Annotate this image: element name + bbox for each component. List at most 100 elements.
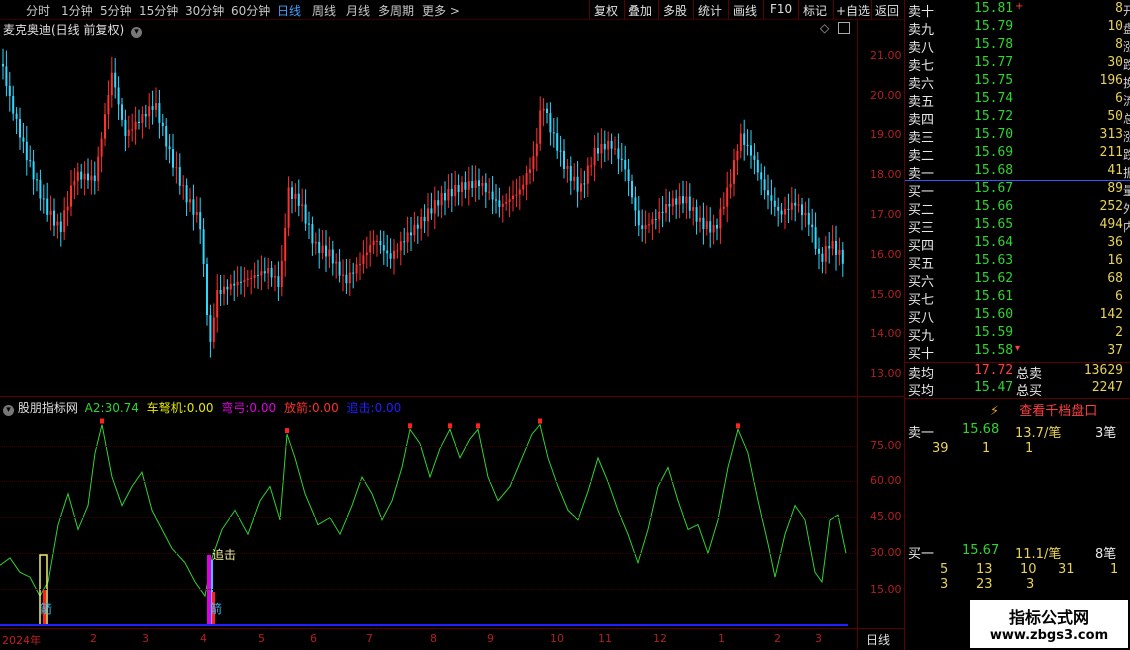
candle-body xyxy=(158,103,161,123)
candle-body xyxy=(610,140,613,149)
queue-item: 1 xyxy=(1110,562,1119,577)
queue-count: 8笔 xyxy=(1095,547,1117,562)
y-tick: 17.00 xyxy=(870,208,902,221)
candle-body xyxy=(515,194,518,196)
bid-row[interactable]: 买八 15.60 142 xyxy=(907,307,1127,326)
candle-body xyxy=(532,156,535,170)
bid-row[interactable]: 买二 15.66 252 xyxy=(907,199,1127,218)
ask-row[interactable]: 卖一 15.68 41 xyxy=(907,163,1127,182)
ask-row[interactable]: 卖四 15.72 50 xyxy=(907,109,1127,128)
candle-body xyxy=(668,203,671,207)
candle-body xyxy=(726,187,729,207)
candle-body xyxy=(304,204,307,224)
ask-row[interactable]: 卖十 15.81 +8 xyxy=(907,1,1127,20)
candle-body xyxy=(637,210,640,226)
ind-y-tick: 75.00 xyxy=(870,439,902,452)
ask-row[interactable]: 卖九 15.79 10 xyxy=(907,19,1127,38)
level-volume: 8 xyxy=(1115,1,1123,16)
candle-body xyxy=(267,267,270,274)
level-label: 卖三 xyxy=(908,131,935,146)
bid-row[interactable]: 买五 15.63 16 xyxy=(907,253,1127,272)
candle-body xyxy=(348,272,351,284)
candle-body xyxy=(175,167,178,169)
ask-row[interactable]: 卖五 15.74 6 xyxy=(907,91,1127,110)
candle-body xyxy=(199,212,202,230)
bid-row[interactable]: 买六 15.62 68 xyxy=(907,271,1127,290)
x-tick: 10 xyxy=(550,632,564,645)
candle-body xyxy=(29,160,32,162)
candle-body xyxy=(641,225,644,229)
candlestick-series xyxy=(2,48,844,358)
arrow-marker: 箭 xyxy=(210,602,223,616)
total-value: 13629 xyxy=(1083,363,1123,378)
candle-body xyxy=(206,264,208,316)
candle-body xyxy=(464,182,467,190)
indicator-legend: ▾ 股朋指标网 A2:30.74 车弩机:0.00 弯弓:0.00 放箭:0.0… xyxy=(3,399,401,416)
axis-divider xyxy=(857,19,858,649)
level-label: 买一 xyxy=(908,185,935,200)
side-char: 涨 xyxy=(1123,40,1130,54)
indicator-chevron-down-icon[interactable]: ▾ xyxy=(3,405,14,416)
candle-body xyxy=(549,113,552,133)
bid-row[interactable]: 买七 15.61 6 xyxy=(907,289,1127,308)
candle-body xyxy=(692,207,695,211)
candle-body xyxy=(46,198,49,215)
candle-body xyxy=(90,175,93,181)
bid-row[interactable]: 买三 15.65 494 xyxy=(907,217,1127,236)
level-label: 买二 xyxy=(908,203,935,218)
ask-row[interactable]: 卖六 15.75 196 xyxy=(907,73,1127,92)
side-char: 开 xyxy=(1123,4,1130,18)
candle-body xyxy=(216,290,219,318)
candle-body xyxy=(189,199,191,203)
level-label: 买八 xyxy=(908,311,935,326)
bid-ask-divider xyxy=(905,180,1130,181)
candle-body xyxy=(376,240,378,242)
candle-body xyxy=(665,203,667,213)
ask-row[interactable]: 卖七 15.77 30 xyxy=(907,55,1127,74)
level-price: 15.60 xyxy=(974,307,1014,322)
candle-body xyxy=(787,208,790,210)
candle-body xyxy=(138,121,140,123)
candle-body xyxy=(474,180,477,188)
level-volume: 494 xyxy=(1099,217,1123,232)
queue-item: 13 xyxy=(976,562,993,577)
x-tick: 8 xyxy=(430,632,437,645)
candle-body xyxy=(658,211,661,220)
queue-buy-header: 买一 15.67 11.1/笔 8笔 xyxy=(908,543,1116,562)
candle-body xyxy=(325,245,327,257)
candle-body xyxy=(828,245,831,249)
bid-row[interactable]: 买一 15.67 89 xyxy=(907,181,1127,200)
level-volume: 8 xyxy=(1115,37,1123,52)
candle-body xyxy=(301,204,304,206)
indicator-name: 股朋指标网 xyxy=(17,401,78,415)
level-volume: 211 xyxy=(1099,145,1123,160)
candle-body xyxy=(522,184,525,190)
candle-body xyxy=(413,224,416,236)
side-char: 盘 xyxy=(1123,22,1130,36)
level-volume: 37 xyxy=(1107,343,1123,358)
candle-body xyxy=(699,217,701,222)
candle-body xyxy=(83,173,86,180)
candle-body xyxy=(780,210,783,215)
y-tick: 16.00 xyxy=(870,248,902,261)
candle-body xyxy=(36,179,38,181)
thousand-level-button[interactable]: ⚡ 查看千档盘口 xyxy=(990,400,1097,419)
bid-row[interactable]: 买九 15.59 2 xyxy=(907,325,1127,344)
x-axis-line xyxy=(0,628,904,629)
bid-row[interactable]: 买十 15.58 ▾ 37 xyxy=(907,343,1127,362)
bid-row[interactable]: 买四 15.64 36 xyxy=(907,235,1127,254)
ask-row[interactable]: 卖二 15.69 211 xyxy=(907,145,1127,164)
candle-body xyxy=(539,110,542,144)
candle-body xyxy=(219,290,222,294)
candle-body xyxy=(685,196,688,204)
candle-body xyxy=(631,180,633,198)
side-char: 流 xyxy=(1123,94,1130,108)
ask-row[interactable]: 卖八 15.78 8 xyxy=(907,37,1127,56)
candle-body xyxy=(257,274,259,276)
candle-body xyxy=(811,224,814,228)
a2-value: 30.74 xyxy=(104,401,139,415)
level-volume: 16 xyxy=(1107,253,1123,268)
peak-marker xyxy=(448,423,452,429)
candle-body xyxy=(597,147,599,154)
ask-row[interactable]: 卖三 15.70 313 xyxy=(907,127,1127,146)
